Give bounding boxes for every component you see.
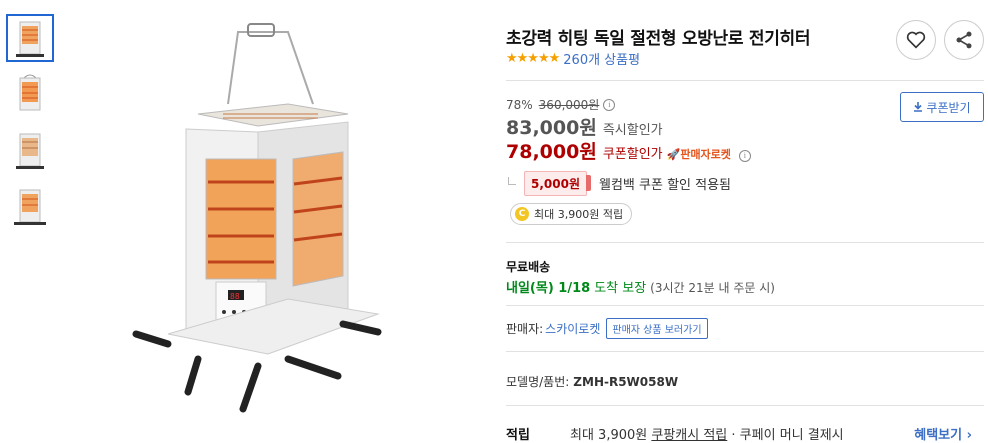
coin-icon: C — [515, 207, 529, 221]
heart-icon — [906, 31, 926, 49]
product-title: 초강력 히팅 독일 절전형 오방난로 전기히터 — [506, 29, 811, 49]
thumbnail-4[interactable] — [6, 182, 54, 230]
divider — [506, 242, 984, 243]
points-text-c: · 쿠페이 머니 결제시 — [727, 428, 844, 443]
divider — [506, 405, 984, 406]
star-rating: ★★★★★ — [506, 51, 560, 66]
heater-thumbnail-icon — [14, 189, 46, 225]
rating-row[interactable]: ★★★★★ 260개 상품평 — [506, 49, 640, 68]
product-info: 초강력 히팅 독일 절전형 오방난로 전기히터 ★★★★★ 260개 상품평 7… — [506, 0, 984, 443]
delivery-guarantee: 도착 보장 — [594, 281, 647, 296]
thumbnail-2[interactable] — [6, 70, 54, 118]
seller-name-link[interactable]: 스카이로켓 — [545, 320, 600, 337]
shipping-title: 무료배송 — [506, 260, 551, 274]
divider — [506, 351, 984, 352]
delivery-line: 내일(목) 1/18 도착 보장 (3시간 21분 내 주문 시) — [506, 277, 775, 296]
coupon-download-button[interactable]: 쿠폰받기 — [900, 92, 984, 122]
discount-row: 78% 360,000원 i — [506, 96, 616, 113]
model-value: ZMH-R5W058W — [573, 375, 679, 389]
coupon-button-label: 쿠폰받기 — [926, 100, 971, 115]
welcome-coupon-text: 웰컴백 쿠폰 할인 적용됨 — [599, 178, 731, 193]
review-count-link[interactable]: 260개 상품평 — [563, 49, 640, 68]
welcome-coupon-row: 5,000원 웰컴백 쿠폰 할인 적용됨 — [506, 171, 731, 196]
delivery-note: (3시간 21분 내 주문 시) — [650, 281, 775, 295]
info-icon[interactable]: i — [603, 98, 616, 111]
main-product-image: 88 — [128, 14, 418, 434]
heater-image: 88 — [132, 23, 382, 413]
points-text: 최대 3,900원 쿠팡캐시 적립 · 쿠페이 머니 결제시 — [570, 424, 844, 443]
divider — [506, 305, 984, 306]
heater-thumbnail-icon — [19, 74, 41, 111]
coupon-price: 78,000원 — [506, 141, 597, 163]
thumbnail-3[interactable] — [6, 126, 54, 174]
original-price: 360,000원 — [538, 98, 600, 112]
thumbnail-1[interactable] — [6, 14, 54, 62]
coupon-price-label: 쿠폰할인가 — [602, 147, 663, 162]
heater-thumbnail-icon — [16, 21, 44, 57]
share-icon — [956, 31, 972, 49]
download-icon — [914, 102, 923, 112]
seller-products-button[interactable]: 판매자 상품 보러가기 — [606, 318, 708, 339]
benefits-link[interactable]: 혜택보기 › — [914, 424, 972, 443]
instant-price-row: 83,000원 즉시할인가 — [506, 113, 663, 140]
svg-text:88: 88 — [230, 292, 240, 301]
points-row: 적립 최대 3,900원 쿠팡캐시 적립 · 쿠페이 머니 결제시 혜택보기 › — [506, 424, 984, 443]
discount-rate: 78% — [506, 97, 533, 112]
delivery-date: 내일(목) 1/18 — [506, 281, 591, 296]
model-label: 모델명/품번: — [506, 375, 570, 389]
thumbnail-list — [6, 14, 56, 238]
divider — [506, 80, 984, 81]
info-icon[interactable]: i — [738, 149, 751, 162]
wishlist-button[interactable] — [896, 20, 936, 60]
instant-price: 83,000원 — [506, 117, 597, 139]
seller-label: 판매자: — [506, 322, 544, 336]
coupon-price-row: 78,000원 쿠폰할인가 🚀판매자로켓 i — [506, 137, 751, 164]
seller-rocket-badge: 🚀판매자로켓 — [666, 148, 731, 161]
heater-thumbnail-icon — [16, 133, 44, 169]
instant-price-label: 즉시할인가 — [602, 123, 663, 138]
reward-text: 최대 3,900원 적립 — [534, 208, 624, 221]
tree-corner — [508, 176, 516, 185]
seller-row: 판매자: 스카이로켓 판매자 상품 보러가기 — [506, 318, 708, 339]
welcome-coupon-amount: 5,000원 — [524, 171, 591, 196]
coupang-cash-link[interactable]: 쿠팡캐시 적립 — [651, 428, 727, 443]
model-row: 모델명/품번: ZMH-R5W058W — [506, 373, 678, 390]
points-label: 적립 — [506, 428, 530, 443]
points-text-a: 최대 3,900원 — [570, 428, 652, 443]
reward-badge: C 최대 3,900원 적립 — [510, 203, 633, 225]
share-button[interactable] — [944, 20, 984, 60]
